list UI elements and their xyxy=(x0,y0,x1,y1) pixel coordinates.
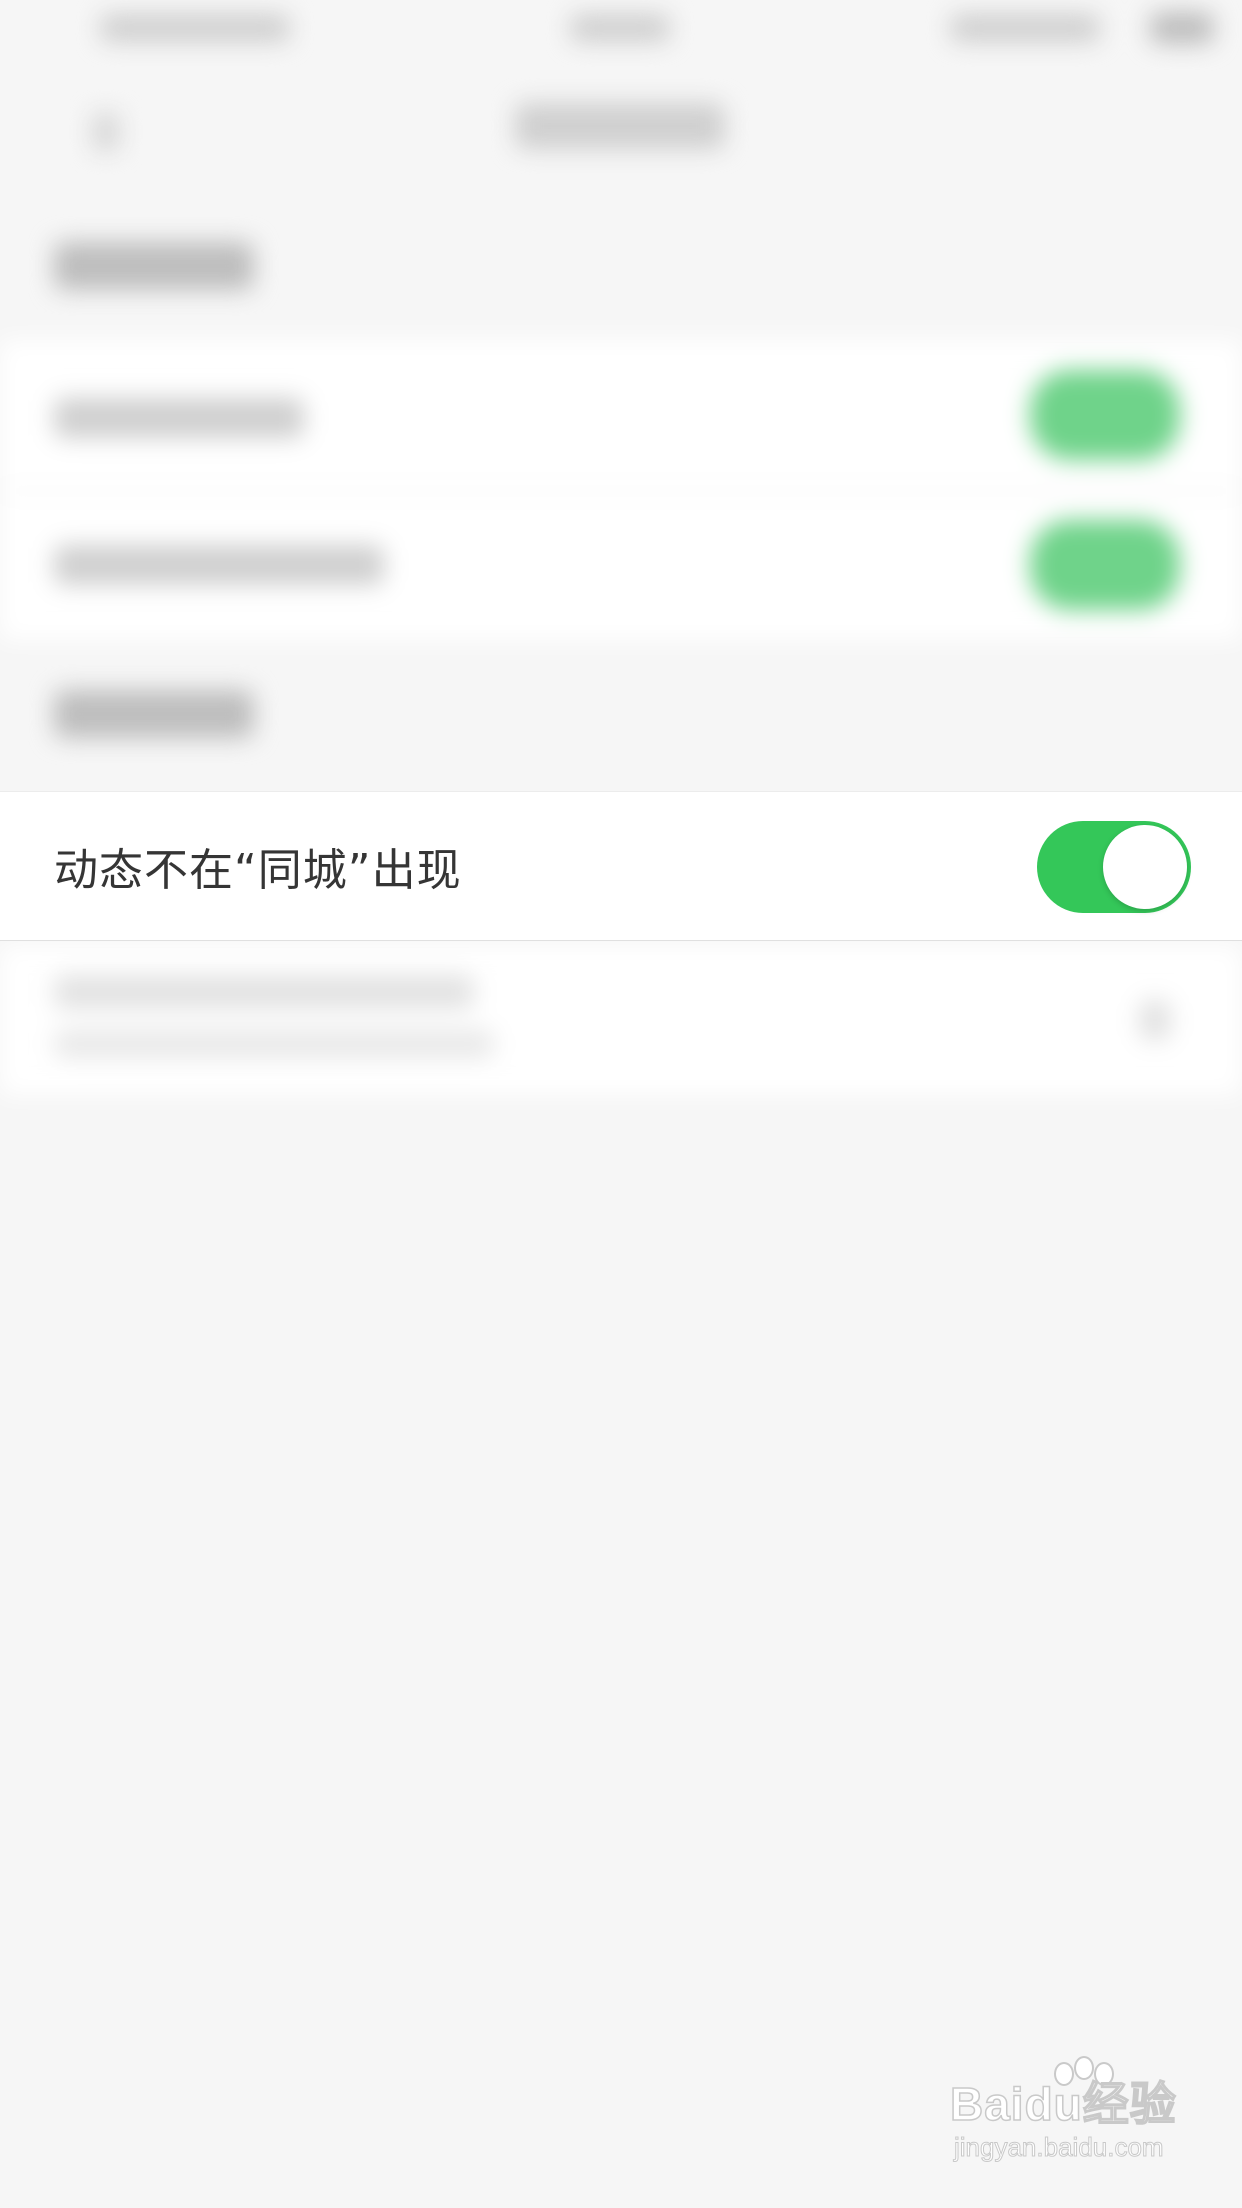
row2-label-blur xyxy=(54,545,384,585)
section-header-blur xyxy=(54,242,254,290)
chevron-right-icon xyxy=(1140,1000,1170,1040)
back-icon xyxy=(92,112,120,152)
row2-toggle-blur xyxy=(1030,520,1180,610)
status-bar-left-blur xyxy=(100,14,290,42)
row1-label-blur xyxy=(54,398,304,438)
section-header2-blur xyxy=(54,690,254,738)
setting-row-label: 动态不在“同城”出现 xyxy=(54,845,462,896)
blurred-background xyxy=(0,0,1242,2208)
row-below-label-blur xyxy=(54,975,474,1009)
setting-row-hide-from-nearby[interactable]: 动态不在“同城”出现 xyxy=(0,791,1242,941)
row-divider-blur xyxy=(0,490,1242,492)
watermark-logo-text: Baidu经验 xyxy=(949,2077,1177,2131)
row-below-sub-blur xyxy=(54,1030,494,1058)
status-bar-center-blur xyxy=(570,14,670,42)
nav-title-blur xyxy=(515,103,725,149)
watermark-url: jingyan.baidu.com xyxy=(954,2132,1165,2163)
row-below-blur xyxy=(0,945,1242,1095)
status-bar-right-blur xyxy=(950,14,1100,42)
baidu-jingyan-watermark: Baidu经验 jingyan.baidu.com xyxy=(949,2056,1190,2188)
toggle-knob xyxy=(1103,825,1187,909)
battery-icon xyxy=(1150,12,1214,44)
row1-toggle-blur xyxy=(1030,370,1180,460)
hide-from-nearby-toggle[interactable] xyxy=(1037,821,1191,913)
